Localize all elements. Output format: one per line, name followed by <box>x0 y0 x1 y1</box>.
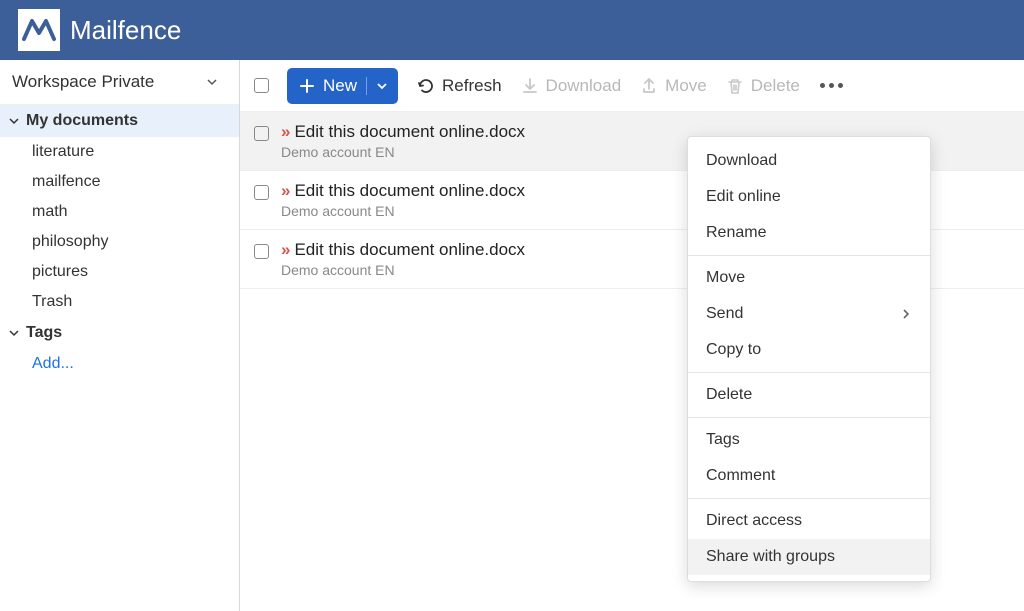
context-menu-item[interactable]: Share with groups <box>688 539 930 575</box>
chevron-down-icon <box>8 327 22 339</box>
plus-icon <box>299 78 315 94</box>
menu-separator <box>688 372 930 373</box>
context-menu-item[interactable]: Copy to <box>688 332 930 368</box>
context-menu-item-label: Direct access <box>706 512 802 530</box>
file-marker-icon: » <box>281 122 290 141</box>
sidebar-item-label: pictures <box>32 263 88 280</box>
download-icon <box>520 76 540 96</box>
brand: Mailfence <box>18 9 181 51</box>
brand-logo-icon <box>22 13 56 47</box>
workspace-label: Workspace Private <box>12 72 154 92</box>
sidebar-item-my-documents[interactable]: My documents <box>0 105 239 137</box>
file-name: »Edit this document online.docx <box>281 181 525 201</box>
sidebar-item-label: philosophy <box>32 233 109 250</box>
sidebar-tag-add[interactable]: Add... <box>0 349 239 379</box>
context-menu-item-label: Send <box>706 305 743 323</box>
menu-separator <box>688 498 930 499</box>
select-all-checkbox[interactable] <box>254 78 269 93</box>
context-menu-item-label: Move <box>706 269 745 287</box>
file-marker-icon: » <box>281 240 290 259</box>
sidebar-item-label: mailfence <box>32 173 100 190</box>
context-menu-item-label: Comment <box>706 467 775 485</box>
file-meta: »Edit this document online.docx Demo acco… <box>281 240 525 278</box>
context-menu-item[interactable]: Delete <box>688 377 930 413</box>
context-menu-item-label: Copy to <box>706 341 761 359</box>
context-menu-item[interactable]: Rename <box>688 215 930 251</box>
sidebar-item-label: literature <box>32 143 94 160</box>
context-menu-item[interactable]: Comment <box>688 458 930 494</box>
context-menu-item-label: Download <box>706 152 777 170</box>
more-button[interactable] <box>820 83 843 88</box>
trash-icon <box>725 76 745 96</box>
context-menu-item[interactable]: Tags <box>688 422 930 458</box>
context-menu-item[interactable]: Send <box>688 296 930 332</box>
file-subtitle: Demo account EN <box>281 262 525 278</box>
content: New Refresh Download Move Delete <box>240 60 1024 611</box>
brand-name: Mailfence <box>70 15 181 46</box>
app-header: Mailfence <box>0 0 1024 60</box>
file-name: »Edit this document online.docx <box>281 240 525 260</box>
file-name: »Edit this document online.docx <box>281 122 525 142</box>
file-checkbox[interactable] <box>254 244 269 259</box>
move-button: Move <box>639 76 707 96</box>
file-checkbox[interactable] <box>254 126 269 141</box>
toolbar-label: Move <box>665 76 707 96</box>
file-subtitle: Demo account EN <box>281 144 525 160</box>
context-menu-item-label: Edit online <box>706 188 781 206</box>
context-menu-item[interactable]: Download <box>688 143 930 179</box>
sidebar-item-label: math <box>32 203 68 220</box>
menu-separator <box>688 417 930 418</box>
file-marker-icon: » <box>281 181 290 200</box>
sidebar-item-label: Trash <box>32 293 72 310</box>
context-menu-item-label: Delete <box>706 386 752 404</box>
menu-separator <box>688 255 930 256</box>
sidebar-folder[interactable]: philosophy <box>0 227 239 257</box>
new-button-label: New <box>323 76 357 96</box>
download-button: Download <box>520 76 622 96</box>
context-menu-item-label: Tags <box>706 431 740 449</box>
chevron-down-icon <box>376 80 388 92</box>
toolbar: New Refresh Download Move Delete <box>240 60 1024 112</box>
move-icon <box>639 76 659 96</box>
sidebar-folder[interactable]: math <box>0 197 239 227</box>
sidebar-folder[interactable]: mailfence <box>0 167 239 197</box>
new-button[interactable]: New <box>287 68 398 104</box>
sidebar-item-label: Tags <box>26 324 62 342</box>
ellipsis-icon <box>820 83 843 88</box>
context-menu: Download Edit online Rename Move Send Copy to… <box>687 136 931 582</box>
file-meta: »Edit this document online.docx Demo acco… <box>281 181 525 219</box>
chevron-right-icon <box>900 308 912 320</box>
workspace-selector[interactable]: Workspace Private <box>0 60 239 105</box>
sidebar: Workspace Private My documents literatur… <box>0 60 240 611</box>
sidebar-folder[interactable]: Trash <box>0 287 239 317</box>
sidebar-folder[interactable]: literature <box>0 137 239 167</box>
brand-logo <box>18 9 60 51</box>
sidebar-item-label: My documents <box>26 112 138 130</box>
delete-button: Delete <box>725 76 800 96</box>
context-menu-item-label: Rename <box>706 224 766 242</box>
sidebar-item-tags[interactable]: Tags <box>0 317 239 349</box>
toolbar-label: Refresh <box>442 76 502 96</box>
file-checkbox[interactable] <box>254 185 269 200</box>
context-menu-item[interactable]: Edit online <box>688 179 930 215</box>
context-menu-item-label: Share with groups <box>706 548 835 566</box>
toolbar-label: Download <box>546 76 622 96</box>
main: Workspace Private My documents literatur… <box>0 60 1024 611</box>
chevron-down-icon <box>205 75 219 89</box>
chevron-down-icon <box>8 115 22 127</box>
toolbar-label: Delete <box>751 76 800 96</box>
sidebar-folder[interactable]: pictures <box>0 257 239 287</box>
file-meta: »Edit this document online.docx Demo acco… <box>281 122 525 160</box>
context-menu-item[interactable]: Move <box>688 260 930 296</box>
refresh-icon <box>416 76 436 96</box>
file-subtitle: Demo account EN <box>281 203 525 219</box>
sidebar-item-label: Add... <box>32 355 74 372</box>
context-menu-item[interactable]: Direct access <box>688 503 930 539</box>
refresh-button[interactable]: Refresh <box>416 76 502 96</box>
